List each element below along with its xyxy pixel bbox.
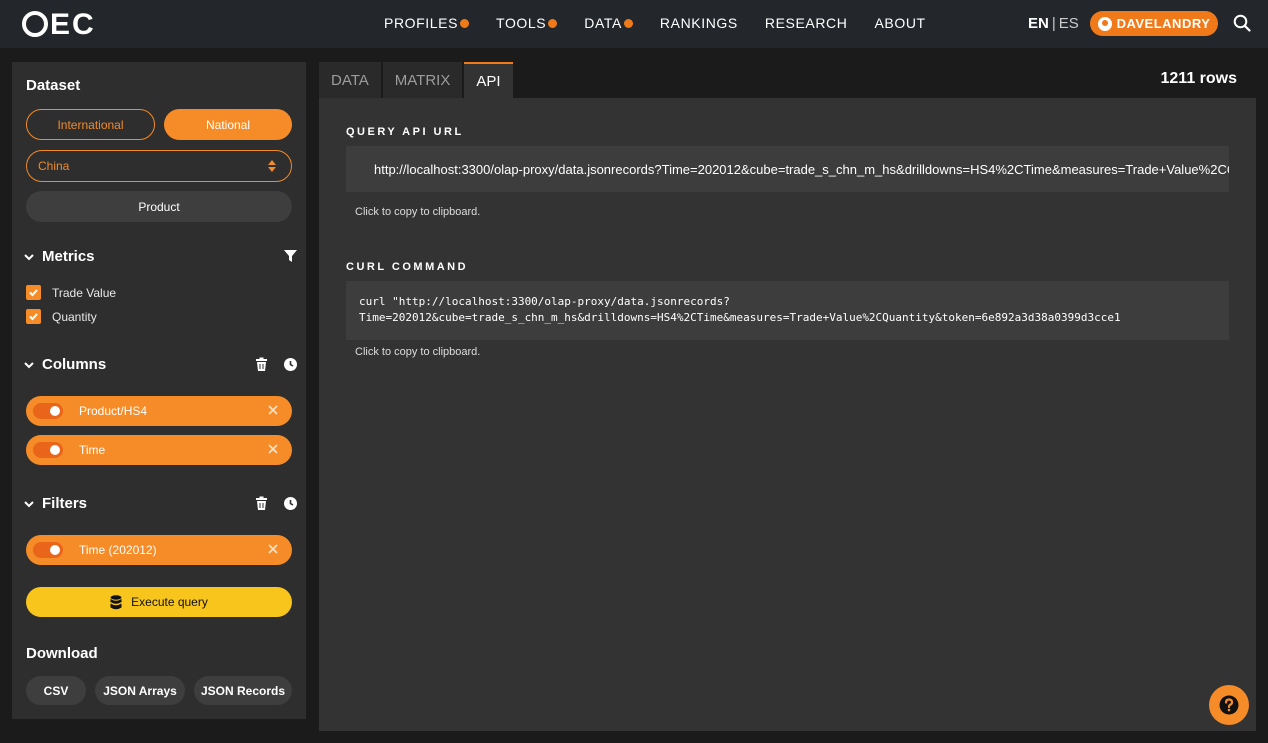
lang-es[interactable]: ES: [1059, 15, 1079, 32]
download-json-records-button[interactable]: JSON Records: [194, 676, 292, 705]
filter-label: Time (202012): [79, 543, 157, 557]
history-icon[interactable]: [283, 357, 298, 372]
query-sidebar: Dataset International National China Pro…: [12, 62, 306, 719]
metric-label: Quantity: [52, 309, 97, 324]
country-select-value: China: [38, 159, 70, 173]
checkbox-checked-icon: [26, 285, 41, 300]
close-icon[interactable]: [266, 442, 280, 456]
user-account-button[interactable]: DAVELANDRY: [1090, 11, 1218, 36]
column-label: Product/HS4: [79, 404, 148, 418]
metric-trade-value-checkbox[interactable]: Trade Value: [26, 285, 116, 300]
column-label: Time: [79, 443, 106, 457]
execute-query-label: Execute query: [131, 595, 208, 609]
nav-about-label: ABOUT: [874, 15, 926, 31]
nav-about[interactable]: ABOUT: [874, 15, 925, 31]
columns-title: Columns: [42, 356, 107, 373]
download-title: Download: [26, 645, 98, 662]
top-header: EC PROFILES TOOLS DATA RANKINGS RESEARCH…: [0, 0, 1268, 48]
international-button[interactable]: International: [26, 109, 155, 140]
user-icon: [1097, 16, 1112, 31]
nav-research-label: RESEARCH: [764, 15, 848, 31]
query-api-url-label: QUERY API URL: [346, 126, 464, 138]
curl-command-label: CURL COMMAND: [346, 261, 469, 273]
oec-logo[interactable]: EC: [22, 8, 96, 42]
database-icon: [110, 594, 122, 609]
user-name: DAVELANDRY: [1116, 16, 1211, 31]
close-icon[interactable]: [266, 403, 280, 417]
filter-icon[interactable]: [284, 250, 297, 263]
filter-tag-time: Time (202012): [26, 535, 292, 565]
lang-separator: |: [1051, 15, 1056, 32]
dot-icon: [548, 18, 558, 28]
query-url-box[interactable]: http://localhost:3300/olap-proxy/data.js…: [346, 146, 1229, 192]
search-icon[interactable]: [1233, 14, 1251, 32]
view-tabs: DATA MATRIX API: [319, 62, 515, 98]
chevron-down-icon: [24, 361, 34, 368]
select-arrows-icon: [268, 160, 276, 172]
lang-en[interactable]: EN: [1028, 15, 1049, 32]
column-toggle[interactable]: [33, 442, 63, 458]
curl-command-box[interactable]: curl "http://localhost:3300/olap-proxy/d…: [346, 281, 1229, 340]
checkbox-checked-icon: [26, 309, 41, 324]
national-button[interactable]: National: [164, 109, 292, 140]
execute-query-button[interactable]: Execute query: [26, 587, 292, 617]
api-panel: QUERY API URL http://localhost:3300/olap…: [319, 98, 1256, 731]
main-nav: PROFILES TOOLS DATA RANKINGS RESEARCH AB…: [384, 15, 953, 31]
help-button[interactable]: [1209, 685, 1249, 725]
tab-matrix[interactable]: MATRIX: [382, 62, 463, 98]
nav-data-label: DATA: [584, 15, 622, 31]
chevron-down-icon: [24, 253, 34, 260]
tab-api[interactable]: API: [464, 62, 513, 98]
copy-hint: Click to copy to clipboard.: [355, 346, 481, 358]
nav-profiles-label: PROFILES: [384, 15, 459, 31]
chevron-down-icon: [24, 500, 34, 507]
language-switcher: EN | ES: [1028, 15, 1079, 32]
dot-icon: [623, 18, 633, 28]
download-json-arrays-button[interactable]: JSON Arrays: [95, 676, 185, 705]
column-tag-time: Time: [26, 435, 292, 465]
dataset-title: Dataset: [26, 77, 81, 94]
nav-profiles[interactable]: PROFILES: [384, 15, 470, 31]
metric-label: Trade Value: [52, 285, 117, 300]
nav-research[interactable]: RESEARCH: [765, 15, 848, 31]
copy-hint: Click to copy to clipboard.: [355, 206, 481, 218]
nav-rankings[interactable]: RANKINGS: [660, 15, 738, 31]
trash-icon[interactable]: [254, 357, 269, 372]
nav-rankings-label: RANKINGS: [659, 15, 738, 31]
filter-toggle[interactable]: [33, 542, 63, 558]
metric-quantity-checkbox[interactable]: Quantity: [26, 309, 97, 324]
nav-data[interactable]: DATA: [584, 15, 633, 31]
tab-data[interactable]: DATA: [319, 62, 381, 98]
trash-icon[interactable]: [254, 496, 269, 511]
metrics-title: Metrics: [42, 248, 95, 265]
metrics-section-toggle[interactable]: Metrics: [24, 248, 95, 265]
columns-section-toggle[interactable]: Columns: [24, 356, 106, 373]
filters-section-toggle[interactable]: Filters: [24, 495, 87, 512]
download-csv-button[interactable]: CSV: [26, 676, 86, 705]
column-toggle[interactable]: [33, 403, 63, 419]
nav-tools-label: TOOLS: [496, 15, 547, 31]
country-select[interactable]: China: [26, 150, 292, 182]
query-url-text: http://localhost:3300/olap-proxy/data.js…: [374, 161, 1229, 177]
history-icon[interactable]: [283, 496, 298, 511]
nav-tools[interactable]: TOOLS: [496, 15, 558, 31]
dot-icon: [460, 18, 470, 28]
filters-title: Filters: [42, 495, 88, 512]
close-icon[interactable]: [266, 542, 280, 556]
question-icon: [1219, 695, 1239, 715]
logo-o-mark: [22, 11, 48, 37]
curl-line-2: Time=202012&cube=trade_s_chn_m_hs&drilld…: [359, 311, 1121, 324]
row-count: 1211 rows: [1160, 70, 1238, 87]
column-tag-product-hs4: Product/HS4: [26, 396, 292, 426]
curl-line-1: curl "http://localhost:3300/olap-proxy/d…: [359, 295, 730, 308]
product-button[interactable]: Product: [26, 191, 292, 222]
